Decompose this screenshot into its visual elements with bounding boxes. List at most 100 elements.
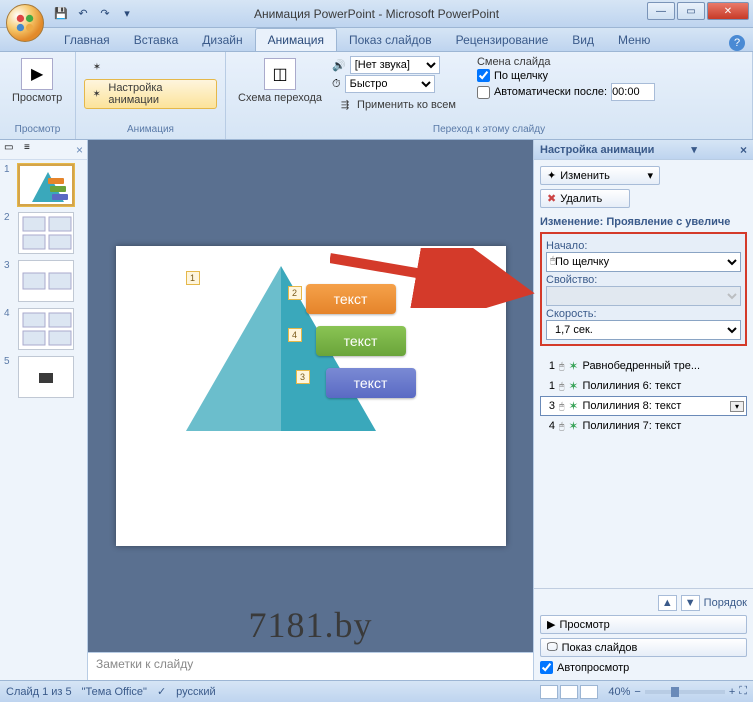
maximize-button[interactable]: ▭ [677, 2, 705, 20]
property-label: Свойство: [546, 274, 741, 286]
zoom-slider[interactable] [645, 690, 725, 694]
preview-label: Просмотр [12, 92, 62, 104]
speed-label: Скорость: [546, 308, 741, 320]
notes-pane[interactable]: Заметки к слайду [88, 652, 533, 680]
text-shape[interactable]: текст [326, 368, 416, 398]
mouse-icon: 🖱 [559, 421, 564, 432]
play-preview-button[interactable]: ▶Просмотр [540, 615, 747, 634]
animate-icon: ✶ [89, 59, 105, 75]
apply-to-all-button[interactable]: ⇶Применить ко всем [332, 94, 461, 116]
outline-tab-icon[interactable]: ≡ [24, 142, 40, 158]
custom-animation-pane: Настройка анимации ▾ × ✦Изменить▾ ✖Удали… [533, 140, 753, 680]
animation-tag[interactable]: 2 [288, 286, 302, 300]
tab-menu[interactable]: Меню [606, 29, 662, 51]
minimize-button[interactable]: — [647, 2, 675, 20]
slide-thumbnail[interactable]: 4 [4, 308, 83, 350]
taskpane-dropdown-icon[interactable]: ▾ [691, 143, 697, 156]
item-dropdown-icon[interactable]: ▾ [730, 401, 744, 412]
slideshow-button[interactable]: 🖵Показ слайдов [540, 638, 747, 657]
zoom-control: 40% − + ⛶ [608, 685, 747, 698]
annotation-arrow [330, 248, 540, 308]
tab-home[interactable]: Главная [52, 29, 122, 51]
auto-after-checkbox[interactable] [477, 86, 490, 99]
animation-list-item[interactable]: 4🖱✶Полилиния 7: текст [540, 416, 747, 436]
save-icon[interactable]: 💾 [52, 5, 70, 23]
change-effect-button[interactable]: ✦Изменить▾ [540, 166, 660, 185]
spellcheck-icon[interactable]: ✓ [157, 685, 166, 698]
auto-after-time[interactable] [611, 83, 655, 101]
autopreview-checkbox[interactable] [540, 661, 553, 674]
animate-dropdown[interactable]: ✶ [84, 56, 217, 78]
slide-thumbnail[interactable]: 5 [4, 356, 83, 398]
sorter-view-button[interactable] [560, 685, 578, 699]
close-panel-icon[interactable]: × [76, 143, 83, 157]
animation-list-item[interactable]: 1🖱✶Полилиния 6: текст [540, 376, 747, 396]
help-icon[interactable]: ? [729, 35, 745, 51]
autopreview-label: Автопросмотр [557, 662, 629, 674]
transition-scheme-button[interactable]: ◫ Схема перехода [234, 56, 326, 106]
group-preview-label: Просмотр [8, 122, 67, 135]
highlighted-settings: Начало: По щелчку 🖱 Свойство: Скорость: … [540, 232, 747, 346]
effect-star-icon: ✶ [568, 379, 578, 393]
undo-icon[interactable]: ↶ [74, 5, 92, 23]
sound-icon: 🔊 [332, 59, 346, 72]
remove-icon: ✖ [547, 192, 556, 205]
auto-after-label: Автоматически после: [494, 86, 607, 98]
slide-thumbnail[interactable]: 2 [4, 212, 83, 254]
normal-view-button[interactable] [540, 685, 558, 699]
quick-access-toolbar: 💾 ↶ ↷ ▾ [52, 5, 136, 23]
chevron-down-icon: ▾ [647, 169, 653, 182]
tab-slideshow[interactable]: Показ слайдов [337, 29, 444, 51]
mouse-icon: 🖱 [550, 255, 555, 266]
group-animation-label: Анимация [84, 122, 217, 135]
animation-tag[interactable]: 4 [288, 328, 302, 342]
start-select[interactable]: По щелчку [546, 252, 741, 272]
ribbon: ▶ Просмотр Просмотр ✶ ✶ Настройка анимац… [0, 52, 753, 140]
transition-speed-select[interactable]: Быстро [345, 75, 435, 93]
slides-tab-icon[interactable]: ▭ [4, 142, 20, 158]
slide-thumbnail[interactable]: 3 [4, 260, 83, 302]
main-area: ▭ ≡ × 1 2 3 4 5 1 2 4 3 текст текст текс… [0, 140, 753, 680]
tab-insert[interactable]: Вставка [122, 29, 191, 51]
view-buttons [540, 685, 598, 699]
text-shape[interactable]: текст [316, 326, 406, 356]
move-up-button[interactable]: ▲ [658, 595, 677, 611]
slide-thumbnail[interactable]: 1 [4, 164, 83, 206]
watermark: 7181.by [249, 604, 373, 646]
move-down-button[interactable]: ▼ [681, 595, 700, 611]
tab-animation[interactable]: Анимация [255, 28, 337, 51]
remove-effect-button[interactable]: ✖Удалить [540, 189, 630, 208]
on-mouse-click-checkbox[interactable] [477, 69, 490, 82]
animation-tag[interactable]: 1 [186, 271, 200, 285]
transition-scheme-icon: ◫ [264, 58, 296, 90]
slideshow-view-button[interactable] [580, 685, 598, 699]
language-status[interactable]: русский [176, 686, 215, 698]
effect-star-icon: ✶ [568, 359, 578, 373]
tab-view[interactable]: Вид [560, 29, 606, 51]
slide-number-status: Слайд 1 из 5 [6, 686, 72, 698]
qat-dropdown-icon[interactable]: ▾ [118, 5, 136, 23]
close-button[interactable]: ✕ [707, 2, 749, 20]
effect-star-icon: ✶ [568, 399, 578, 413]
speed-icon: ⏱ [332, 78, 341, 91]
animation-list: 1🖱✶Равнобедренный тре... 1🖱✶Полилиния 6:… [540, 356, 747, 582]
taskpane-close-icon[interactable]: × [740, 143, 747, 157]
slide-editor: 1 2 4 3 текст текст текст 7181.by Заметк… [88, 140, 533, 680]
tab-review[interactable]: Рецензирование [444, 29, 561, 51]
zoom-out-button[interactable]: − [634, 686, 640, 698]
preview-button[interactable]: ▶ Просмотр [8, 56, 66, 106]
redo-icon[interactable]: ↷ [96, 5, 114, 23]
custom-animation-button[interactable]: ✶ Настройка анимации [84, 79, 217, 109]
fit-to-window-button[interactable]: ⛶ [739, 685, 747, 698]
animation-list-item[interactable]: 1🖱✶Равнобедренный тре... [540, 356, 747, 376]
start-label: Начало: [546, 240, 741, 252]
transition-sound-select[interactable]: [Нет звука] [350, 56, 440, 74]
status-bar: Слайд 1 из 5 "Тема Office" ✓ русский 40%… [0, 680, 753, 702]
tab-design[interactable]: Дизайн [190, 29, 254, 51]
office-button[interactable] [6, 4, 44, 42]
reorder-controls: ▲ ▼ Порядок [540, 595, 747, 611]
animation-tag[interactable]: 3 [296, 370, 310, 384]
speed-select[interactable]: 1,7 сек. [546, 320, 741, 340]
animation-list-item[interactable]: 3🖱✶Полилиния 8: текст▾ [540, 396, 747, 416]
zoom-in-button[interactable]: + [729, 686, 735, 698]
